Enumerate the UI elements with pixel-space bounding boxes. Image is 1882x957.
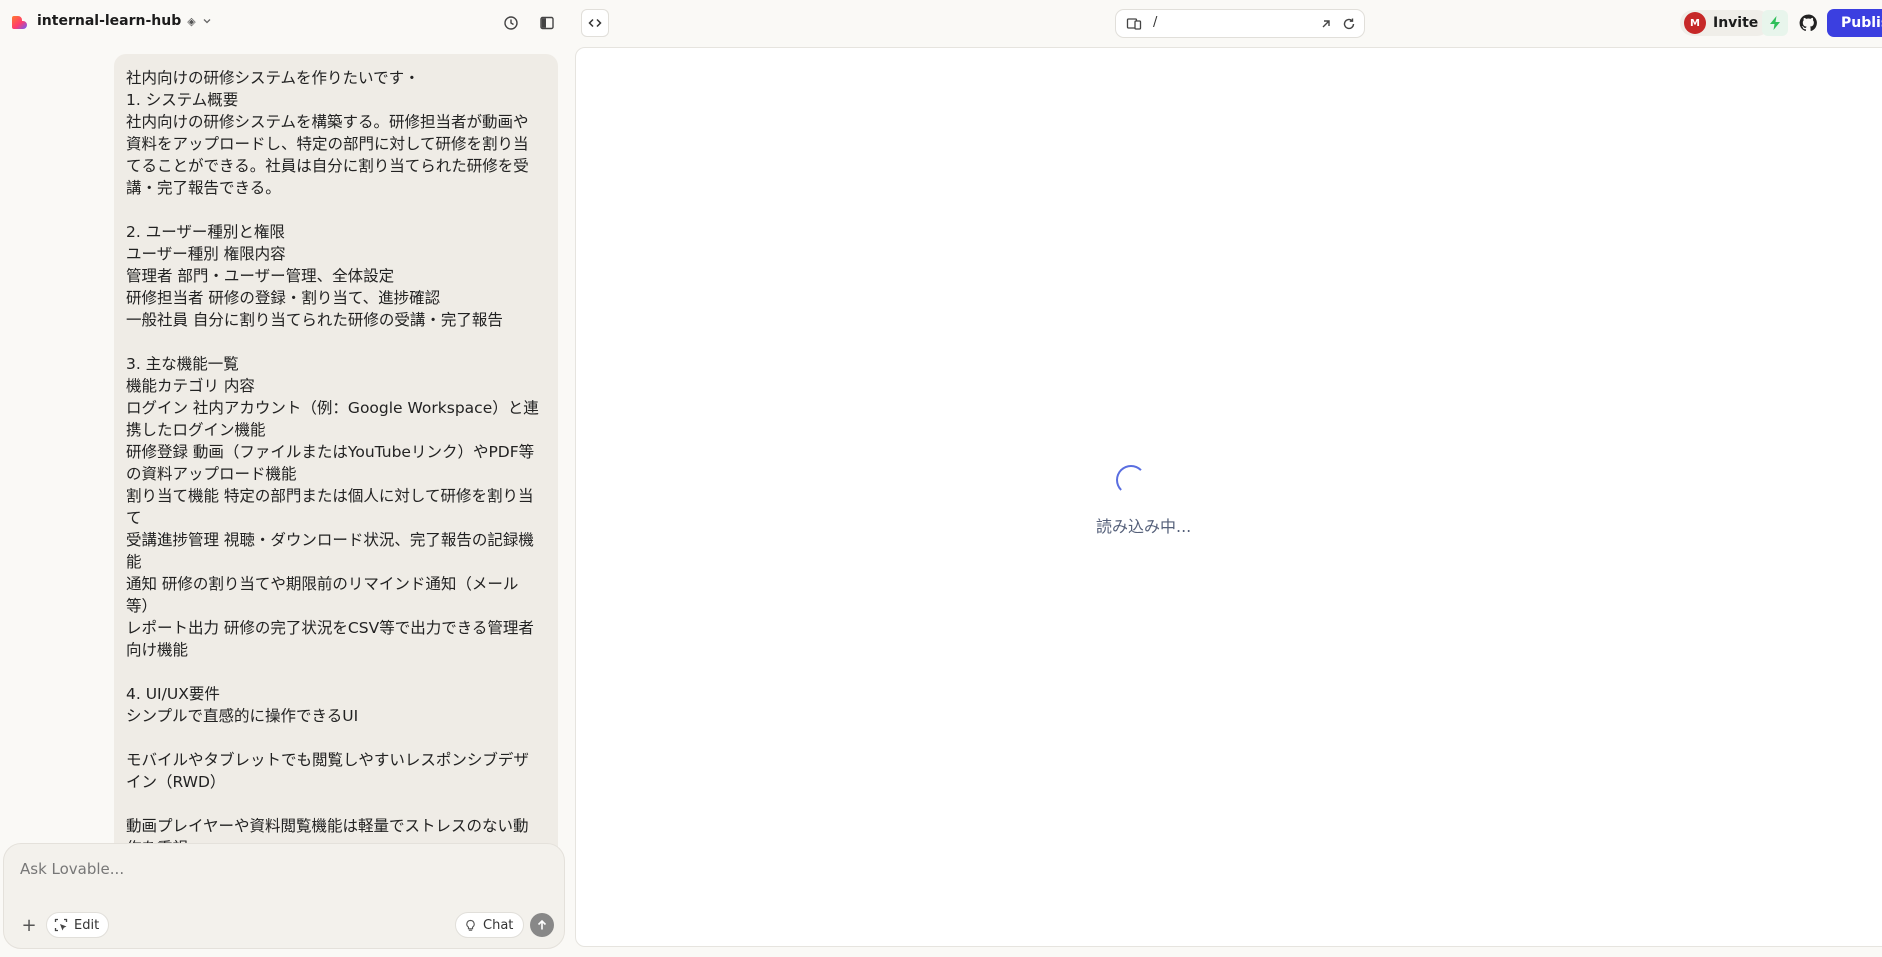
message-line: シンプルで直感的に操作できるUI [126, 707, 359, 725]
invite-label: Invite [1713, 15, 1759, 31]
message-line: 社内向けの研修システムを作りたいです・ [126, 69, 420, 87]
message-line: 社内向けの研修システムを構築する。研修担当者が動画や [126, 113, 529, 131]
bolt-icon [1770, 16, 1780, 30]
plus-icon: + [21, 914, 37, 936]
visual-edit-button[interactable]: Edit [46, 912, 110, 938]
message-line: ログイン 社内アカウント（例：Google Workspace）と連 [126, 399, 539, 417]
message-line: てることができる。社員は自分に割り当てられた研修を受 [126, 157, 529, 175]
message-line: 通知 研修の割り当てや期限前のリマインド通知（メール [126, 575, 519, 593]
message-line: 動画プレイヤーや資料閲覧機能は軽量でストレスのない動 [126, 817, 529, 835]
message-line: 等） [126, 597, 158, 615]
message-line: の資料アップロード機能 [126, 465, 297, 483]
chat-composer[interactable]: Ask Lovable... + Edit Chat [3, 843, 565, 949]
user-message-bubble: 社内向けの研修システムを作りたいです・ 1. システム概要社内向けの研修システムを… [114, 54, 558, 854]
message-line: 能 [126, 553, 142, 571]
message-line: モバイルやタブレットでも閲覧しやすいレスポンシブデザ [126, 751, 529, 769]
select-edit-icon [54, 918, 68, 932]
public-globe-icon: ◈ [187, 14, 196, 28]
supabase-button[interactable] [1762, 10, 1788, 36]
message-line: て [126, 509, 142, 527]
history-icon [504, 16, 518, 30]
message-line: イン（RWD） [126, 773, 226, 791]
edit-label: Edit [74, 917, 100, 933]
preview-pane: 読み込み中... [575, 47, 1882, 947]
message-line [126, 661, 546, 683]
top-bar: internal-learn-hub ◈ / M Invite Publish [0, 0, 1882, 46]
invite-button[interactable]: M Invite [1680, 10, 1771, 36]
message-line: 機能カテゴリ 内容 [126, 377, 255, 395]
sidebar-icon [540, 16, 554, 30]
publish-button[interactable]: Publish [1827, 9, 1882, 37]
message-line: 一般社員 自分に割り当てられた研修の受講・完了報告 [126, 311, 503, 329]
history-button[interactable] [498, 10, 524, 36]
device-toggle-icon[interactable] [1126, 16, 1142, 32]
github-button[interactable] [1795, 10, 1821, 36]
loading-spinner-icon [1116, 465, 1146, 495]
open-external-icon[interactable] [1318, 16, 1334, 32]
github-icon [1799, 14, 1817, 32]
url-path[interactable]: / [1153, 15, 1157, 30]
refresh-icon[interactable] [1341, 16, 1357, 32]
project-menu[interactable]: internal-learn-hub ◈ [37, 13, 212, 29]
message-line: ユーザー種別 権限内容 [126, 245, 286, 263]
code-view-button[interactable] [581, 9, 609, 37]
chat-input[interactable]: Ask Lovable... [20, 860, 124, 878]
preview-url-bar[interactable]: / [1115, 9, 1365, 38]
message-line: 2. ユーザー種別と権限 [126, 223, 285, 241]
message-line: 研修登録 動画（ファイルまたはYouTubeリンク）やPDF等 [126, 443, 535, 461]
chat-mode-button[interactable]: Chat [455, 912, 525, 938]
sidebar-toggle-button[interactable] [534, 10, 560, 36]
message-line: 管理者 部門・ユーザー管理、全体設定 [126, 267, 395, 285]
chat-label: Chat [483, 917, 514, 933]
project-name: internal-learn-hub [37, 13, 182, 29]
message-line [126, 199, 546, 221]
loading-text: 読み込み中... [1096, 517, 1192, 536]
message-line: 資料をアップロードし、特定の部門に対して研修を割り当 [126, 135, 529, 153]
message-line: 携したログイン機能 [126, 421, 266, 439]
chat-panel: 社内向けの研修システムを作りたいです・ 1. システム概要社内向けの研修システムを… [0, 46, 574, 872]
message-line: レポート出力 研修の完了状況をCSV等で出力できる管理者 [126, 619, 534, 637]
message-line: 研修担当者 研修の登録・割り当て、進捗確認 [126, 289, 441, 307]
message-line: 受講進捗管理 視聴・ダウンロード状況、完了報告の記録機 [126, 531, 534, 549]
message-line: 割り当て機能 特定の部門または個人に対して研修を割り当 [126, 487, 534, 505]
message-line [126, 793, 546, 815]
message-line: 3. 主な機能一覧 [126, 355, 239, 373]
message-line: 4. UI/UX要件 [126, 685, 220, 703]
message-line: 向け機能 [126, 641, 189, 659]
message-line: 1. システム概要 [126, 91, 239, 109]
message-line [126, 331, 546, 353]
message-line: 講・完了報告できる。 [126, 179, 281, 197]
arrow-up-icon [537, 919, 547, 930]
attach-button[interactable]: + [18, 914, 40, 936]
message-line [126, 727, 546, 749]
code-icon [588, 18, 602, 28]
send-button[interactable] [530, 913, 554, 937]
lovable-logo-icon [12, 16, 27, 29]
chevron-down-icon [203, 19, 211, 24]
lightbulb-icon [466, 919, 475, 931]
avatar: M [1684, 12, 1706, 34]
